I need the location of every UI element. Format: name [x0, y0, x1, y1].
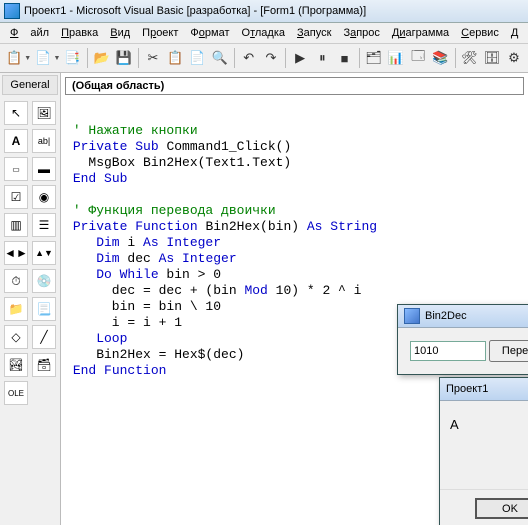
convert-button[interactable]: Перевод — [489, 340, 528, 362]
dialog-titlebar[interactable]: Bin2Dec ✕ — [398, 305, 528, 328]
cut-button[interactable]: ✂ — [143, 46, 163, 70]
dialog-title: Проект1 — [446, 383, 488, 395]
data-view-button[interactable]: 🗄 — [482, 46, 502, 70]
toolbox-button[interactable]: 🛠 — [459, 46, 479, 70]
timer-tool[interactable]: ⏱ — [4, 269, 28, 293]
dialog-title: Bin2Dec — [425, 310, 467, 322]
vscrollbar-tool[interactable]: ▲▼ — [32, 241, 56, 265]
image-tool[interactable]: 🏞 — [4, 353, 28, 377]
app-icon — [404, 308, 420, 324]
add-form-button[interactable]: 📄 — [33, 46, 53, 70]
copy-button[interactable]: 📋 — [165, 46, 185, 70]
object-browser-button[interactable]: 📚 — [430, 46, 450, 70]
menu-file[interactable]: Файл — [10, 27, 49, 39]
run-button[interactable]: ▶ — [290, 46, 310, 70]
toolbox: General ↖ 🖼 A ab| ▭ ▬ ☑ ◉ ▥ ☰ ◄► ▲▼ ⏱ 💿 … — [0, 73, 61, 525]
label-tool[interactable]: A — [4, 129, 28, 153]
properties-button[interactable]: 📊 — [386, 46, 406, 70]
form-layout-button[interactable]: 🗔 — [408, 46, 428, 70]
component-button[interactable]: ⚙ — [504, 46, 524, 70]
toolbar: 📋▼ 📄▼ 📑 📂 💾 ✂ 📋 📄 🔍 ↶ ↷ ▶ ⏸ ■ 🗂 📊 🗔 📚 🛠 … — [0, 44, 528, 73]
msgbox-dialog: Проект1 ✕ A OK — [439, 377, 528, 525]
picturebox-tool[interactable]: 🖼 — [32, 101, 56, 125]
textbox-tool[interactable]: ab| — [32, 129, 56, 153]
bin-input[interactable] — [410, 341, 486, 361]
listbox-tool[interactable]: ☰ — [32, 213, 56, 237]
msgbox-text: A — [440, 401, 528, 489]
commandbutton-tool[interactable]: ▬ — [32, 157, 56, 181]
save-button[interactable]: 💾 — [114, 46, 134, 70]
undo-button[interactable]: ↶ — [239, 46, 259, 70]
menubar: Файл Правка Вид Проект Формат Отладка За… — [0, 23, 528, 44]
redo-button[interactable]: ↷ — [261, 46, 281, 70]
menu-addins[interactable]: Д — [511, 27, 518, 39]
menu-edit[interactable]: Правка — [61, 27, 98, 39]
menu-query[interactable]: Запрос — [343, 27, 379, 39]
find-button[interactable]: 🔍 — [210, 46, 230, 70]
drivebox-tool[interactable]: 💿 — [32, 269, 56, 293]
ok-button[interactable]: OK — [475, 498, 528, 519]
bin2dec-dialog: Bin2Dec ✕ Перевод — [397, 304, 528, 375]
menu-project[interactable]: Проект — [142, 27, 178, 39]
stop-button[interactable]: ■ — [334, 46, 354, 70]
menu-diagram[interactable]: Диаграмма — [392, 27, 449, 39]
menu-debug[interactable]: Отладка — [242, 27, 286, 39]
data-tool[interactable]: 🗃 — [32, 353, 56, 377]
project-explorer-button[interactable]: 🗂 — [364, 46, 384, 70]
pointer-tool[interactable]: ↖ — [4, 101, 28, 125]
add-project-button[interactable]: 📋 — [4, 46, 24, 70]
break-button[interactable]: ⏸ — [312, 46, 332, 70]
frame-tool[interactable]: ▭ — [4, 157, 28, 181]
paste-button[interactable]: 📄 — [187, 46, 207, 70]
menu-run[interactable]: Запуск — [297, 27, 331, 39]
menu-view[interactable]: Вид — [110, 27, 130, 39]
open-button[interactable]: 📂 — [91, 46, 111, 70]
titlebar: Проект1 - Microsoft Visual Basic [разраб… — [0, 0, 528, 23]
combobox-tool[interactable]: ▥ — [4, 213, 28, 237]
toolbox-tab-general[interactable]: General — [2, 75, 58, 95]
ole-tool[interactable]: OLE — [4, 381, 28, 405]
hscrollbar-tool[interactable]: ◄► — [4, 241, 28, 265]
vb-icon — [4, 3, 20, 19]
window-title: Проект1 - Microsoft Visual Basic [разраб… — [24, 5, 366, 17]
optionbutton-tool[interactable]: ◉ — [32, 185, 56, 209]
dirbox-tool[interactable]: 📁 — [4, 297, 28, 321]
menu-service[interactable]: Сервис — [461, 27, 499, 39]
dialog-titlebar[interactable]: Проект1 ✕ — [440, 378, 528, 401]
shape-tool[interactable]: ◇ — [4, 325, 28, 349]
checkbox-tool[interactable]: ☑ — [4, 185, 28, 209]
line-tool[interactable]: ╱ — [32, 325, 56, 349]
filebox-tool[interactable]: 📃 — [32, 297, 56, 321]
object-dropdown[interactable]: (Общая область) — [65, 77, 524, 95]
code-editor: (Общая область) ' Нажатие кнопки Private… — [61, 73, 528, 525]
menu-editor-button[interactable]: 📑 — [62, 46, 82, 70]
menu-format[interactable]: Формат — [190, 27, 229, 39]
